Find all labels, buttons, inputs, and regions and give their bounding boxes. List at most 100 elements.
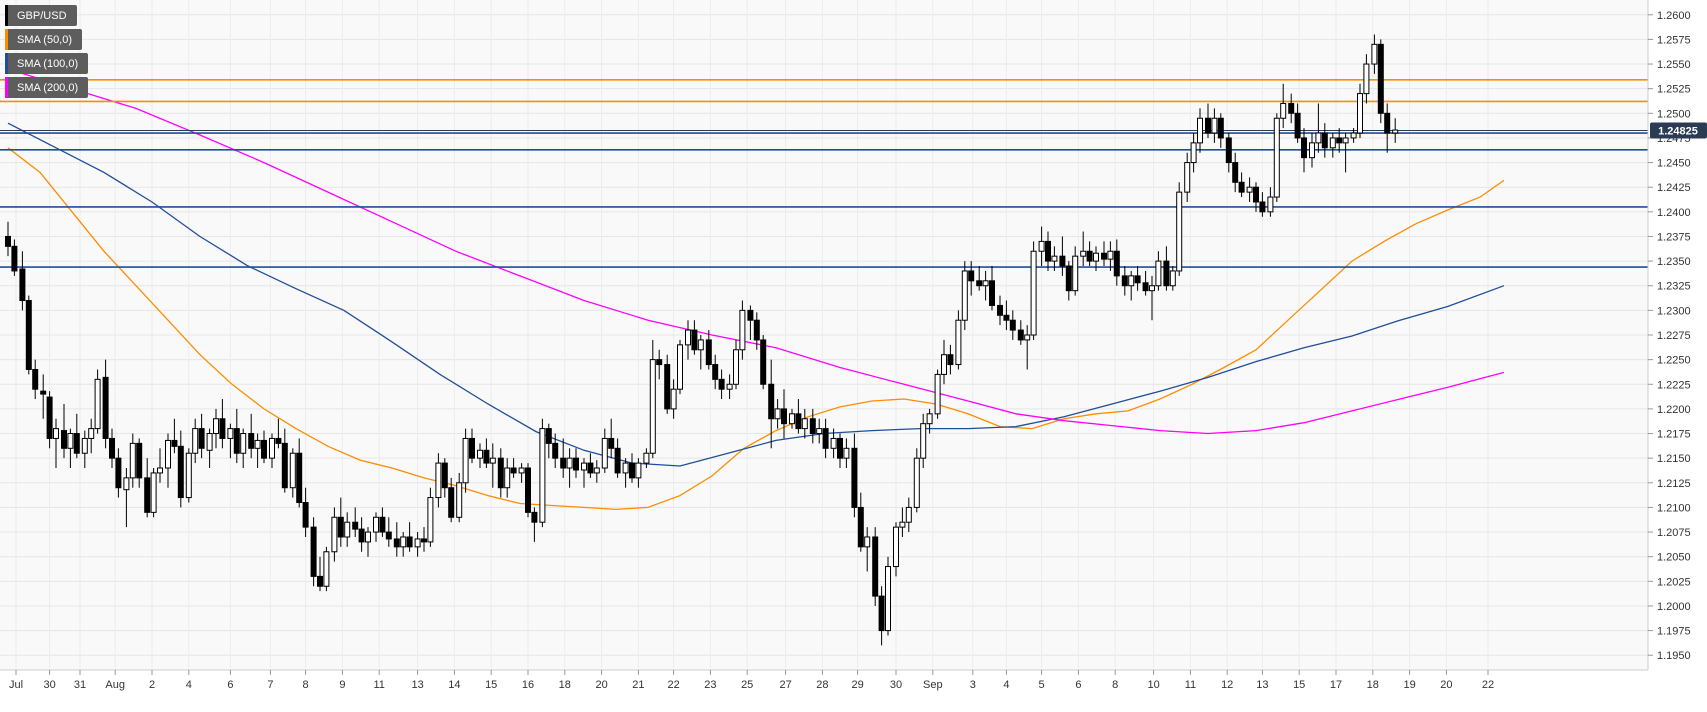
candle-body (1009, 319, 1016, 331)
candle-body (893, 526, 899, 568)
candle-body (275, 437, 282, 444)
candle-body (1211, 117, 1218, 134)
candle-body (816, 428, 823, 435)
price-tick-label: 1.2425 (1657, 182, 1691, 194)
last-price-badge: 1.24825 (1650, 122, 1707, 139)
time-tick-label: 25 (741, 679, 753, 691)
time-tick-label: 30 (43, 679, 55, 691)
legend-item-sma-100[interactable]: SMA (100,0) (5, 53, 89, 74)
candle-body (1377, 43, 1384, 114)
candle-body (61, 430, 67, 449)
candle-body (1384, 112, 1391, 134)
candle-body (358, 528, 365, 543)
candle-body (248, 433, 255, 449)
candle-body (1190, 142, 1197, 164)
chart-stage: 1.2600 1.2575 1.2550 1.2525 1.2500 1.2475 1.24… (0, 0, 1707, 712)
time-tick-label: 31 (74, 679, 86, 691)
candle-body (73, 433, 80, 454)
candle-body (1371, 43, 1378, 65)
candle-body (504, 467, 511, 489)
candle-body (518, 467, 525, 474)
candle-body (1225, 137, 1232, 164)
legend-label: SMA (50,0) (17, 33, 73, 46)
candle-body (587, 462, 594, 474)
candle-body (323, 551, 330, 587)
candle-body (899, 521, 906, 528)
candle-body (905, 506, 912, 523)
candle-body (926, 413, 933, 425)
candle-body (427, 497, 434, 543)
price-tick-label: 1.2550 (1657, 59, 1691, 71)
candle-body (649, 359, 656, 454)
candle-body (1101, 252, 1107, 260)
candle-body (629, 462, 635, 479)
candle-body (157, 467, 163, 474)
candle-body (331, 516, 338, 553)
time-tick-label: 14 (448, 679, 460, 691)
time-tick-label: 13 (1256, 679, 1268, 691)
candle-body (718, 378, 725, 390)
candle-body (456, 482, 463, 518)
time-tick-label: 27 (779, 679, 791, 691)
price-tick-label: 1.2300 (1657, 305, 1691, 317)
candle (961, 261, 968, 331)
time-tick-label: 23 (704, 679, 716, 691)
price-tick-label: 1.2275 (1657, 330, 1691, 342)
candle-body (261, 439, 267, 459)
candle-body (81, 437, 88, 454)
candle (539, 418, 546, 528)
candle-body (1163, 260, 1170, 287)
time-tick-label: 4 (1003, 679, 1009, 691)
candle-body (352, 521, 359, 530)
candle-body (1321, 132, 1328, 149)
candle-body (198, 428, 205, 449)
legend-item-sma-50[interactable]: SMA (50,0) (5, 29, 83, 50)
last-price-value: 1.24825 (1658, 126, 1698, 138)
candle-body (1357, 93, 1363, 134)
candle (885, 556, 891, 636)
candle-body (1232, 162, 1239, 183)
candle-body (1045, 240, 1051, 262)
price-tick-label: 1.2375 (1657, 231, 1691, 243)
candle-body (677, 344, 683, 390)
legend-label: GBP/USD (17, 9, 67, 22)
candle-body (406, 536, 413, 548)
legend-item-gbpusd[interactable]: GBP/USD (5, 5, 77, 26)
candle-body (781, 408, 787, 425)
time-tick-label: 28 (816, 679, 828, 691)
candle-body (1134, 275, 1141, 284)
candle-body (1329, 137, 1336, 149)
candle-body (539, 428, 546, 523)
candlestick-chart[interactable]: 1.26001.25751.25501.25251.25001.24751.24… (0, 0, 1707, 712)
candle-body (864, 536, 871, 548)
candle-body (566, 457, 573, 469)
time-tick-label: 6 (227, 679, 233, 691)
legend-label: SMA (200,0) (17, 81, 79, 94)
legend-item-sma-200[interactable]: SMA (200,0) (5, 77, 89, 98)
time-tick-label: 22 (1482, 679, 1494, 691)
candle-body (448, 487, 455, 518)
candle-body (1309, 142, 1315, 159)
candle-body (1142, 282, 1149, 292)
price-tick-label: 1.2325 (1657, 281, 1691, 293)
candle-body (968, 270, 975, 282)
candle-body (5, 235, 11, 247)
time-tick-label: 17 (1330, 679, 1342, 691)
candle-body (1169, 270, 1176, 287)
candle (760, 335, 767, 390)
price-tick-label: 1.1975 (1657, 626, 1691, 638)
candle-body (469, 437, 475, 459)
candle-body (573, 457, 579, 471)
candle-body (1350, 132, 1357, 139)
candle-body (177, 445, 184, 499)
candle-body (768, 383, 775, 420)
candle-body (622, 462, 629, 474)
candle-body (289, 452, 296, 489)
time-tick-label: 20 (595, 679, 607, 691)
candle-body (206, 433, 213, 451)
candle-body (976, 280, 983, 287)
candle-body (213, 418, 219, 435)
time-tick-label: 2 (149, 679, 155, 691)
time-tick-label: 10 (1147, 679, 1159, 691)
candle (462, 428, 469, 493)
